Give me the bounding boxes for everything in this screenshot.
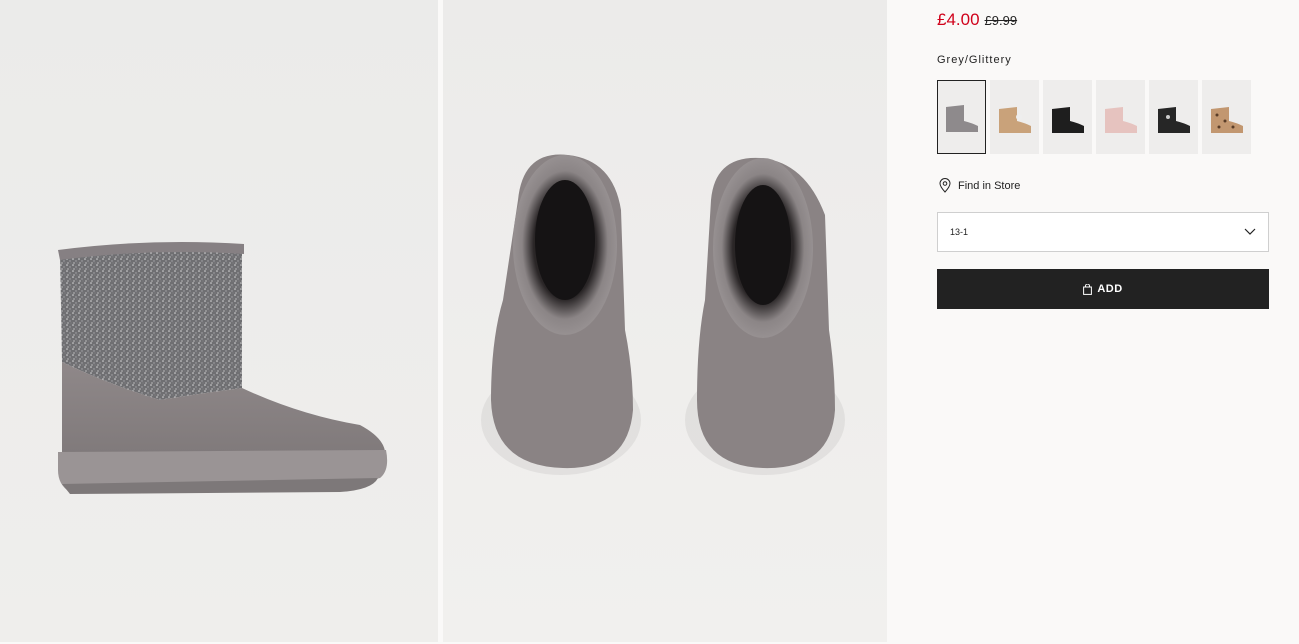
swatch-grey-glitter[interactable]	[937, 80, 986, 154]
swatch-black[interactable]	[1043, 80, 1092, 154]
size-select[interactable]: 13-1	[937, 212, 1269, 252]
swatch-leopard[interactable]	[1202, 80, 1251, 154]
selected-color-name: Grey/Glittery	[937, 54, 1012, 66]
add-to-bag-button[interactable]: ADD	[937, 269, 1269, 309]
chevron-down-icon	[1244, 228, 1256, 235]
boot-thumbnail	[1211, 107, 1243, 133]
product-detail-panel: £4.00 £9.99 Grey/Glittery Find in Store …	[887, 0, 1299, 644]
shopping-bag-icon	[1083, 283, 1093, 295]
size-select-value: 13-1	[950, 227, 969, 237]
boot-thumbnail	[946, 105, 978, 132]
find-in-store-link[interactable]: Find in Store	[939, 178, 1020, 193]
find-in-store-label: Find in Store	[958, 179, 1021, 192]
boot-thumbnail	[1158, 107, 1190, 133]
price-row: £4.00 £9.99	[937, 10, 1017, 30]
boot-side-illustration	[58, 242, 388, 494]
add-button-label: ADD	[1097, 283, 1123, 295]
boots-top-illustration	[481, 154, 845, 475]
swatch-black-bow[interactable]	[1149, 80, 1198, 154]
product-image-side[interactable]	[0, 0, 438, 642]
swatch-camel[interactable]	[990, 80, 1039, 154]
original-price: £9.99	[984, 13, 1018, 28]
boot-thumbnail	[1052, 107, 1084, 133]
boot-thumbnail	[1105, 107, 1137, 133]
color-swatches	[937, 80, 1251, 154]
current-price: £4.00	[937, 10, 980, 29]
boot-thumbnail	[999, 107, 1031, 133]
location-pin-icon	[939, 178, 951, 193]
product-image-top[interactable]	[443, 0, 887, 642]
swatch-pink[interactable]	[1096, 80, 1145, 154]
